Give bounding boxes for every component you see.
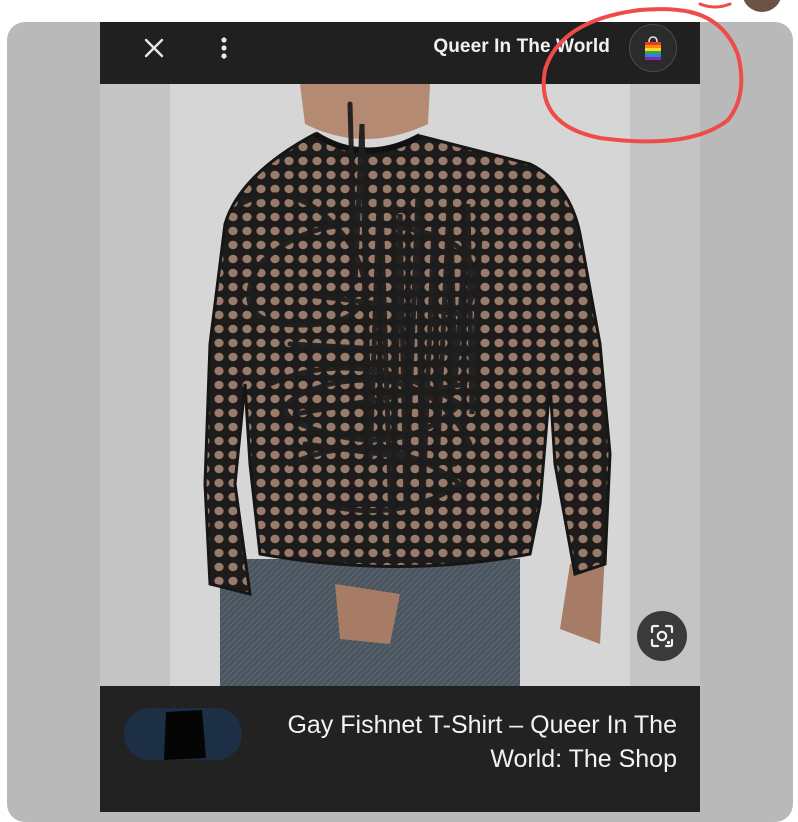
close-icon bbox=[144, 38, 164, 58]
product-image[interactable] bbox=[100, 84, 700, 686]
rainbow-shopping-bag-icon bbox=[645, 36, 661, 60]
viewer-top-bar bbox=[100, 22, 700, 84]
close-button[interactable] bbox=[138, 32, 170, 64]
avatar[interactable] bbox=[742, 0, 782, 12]
more-options-button[interactable] bbox=[210, 32, 238, 64]
caption-thumbnail-redacted[interactable] bbox=[124, 708, 242, 760]
top-status-fragment bbox=[672, 0, 732, 12]
redacted-thumbnail bbox=[124, 708, 242, 760]
caption-subtext-cut bbox=[280, 796, 680, 812]
source-favicon[interactable] bbox=[629, 24, 677, 72]
fishnet-shirt-photo bbox=[100, 84, 700, 686]
result-title-link[interactable]: Gay Fishnet T-Shirt – Queer In The World… bbox=[257, 708, 677, 776]
more-vert-icon bbox=[221, 37, 227, 59]
google-lens-icon bbox=[650, 624, 674, 648]
source-site-name[interactable]: Queer In The World bbox=[433, 36, 610, 58]
lens-search-button[interactable] bbox=[637, 611, 687, 661]
